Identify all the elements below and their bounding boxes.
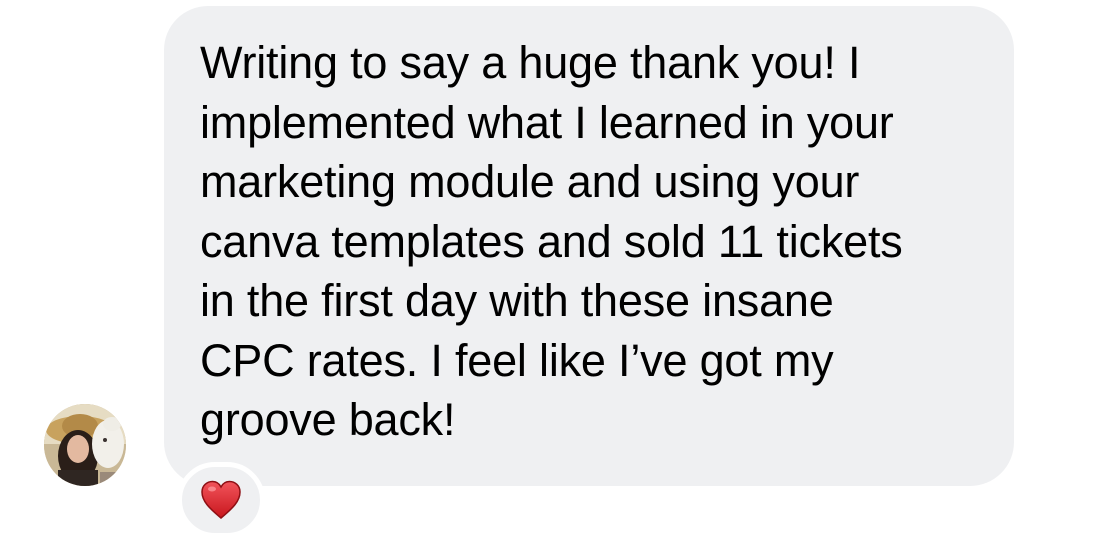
sender-avatar[interactable] <box>44 404 126 486</box>
heart-reaction[interactable] <box>177 462 265 538</box>
message-line: groove back! <box>200 394 456 445</box>
message-thread: Writing to say a huge thank you! I imple… <box>0 0 1107 547</box>
message-line: CPC rates. I feel like I’ve got my <box>200 334 834 386</box>
message-line: Writing to say a huge thank you! I <box>200 37 861 88</box>
message-line: marketing module and using your <box>200 156 860 207</box>
message-line: canva templates and sold 11 tickets <box>200 215 903 267</box>
red-heart-icon <box>201 480 241 519</box>
profile-photo-icon <box>44 404 126 486</box>
message-line: in the first day with these insane <box>200 275 834 326</box>
message-line: implemented what I learned in your <box>200 96 894 148</box>
message-text: Writing to say a huge thank you! I imple… <box>200 33 980 450</box>
